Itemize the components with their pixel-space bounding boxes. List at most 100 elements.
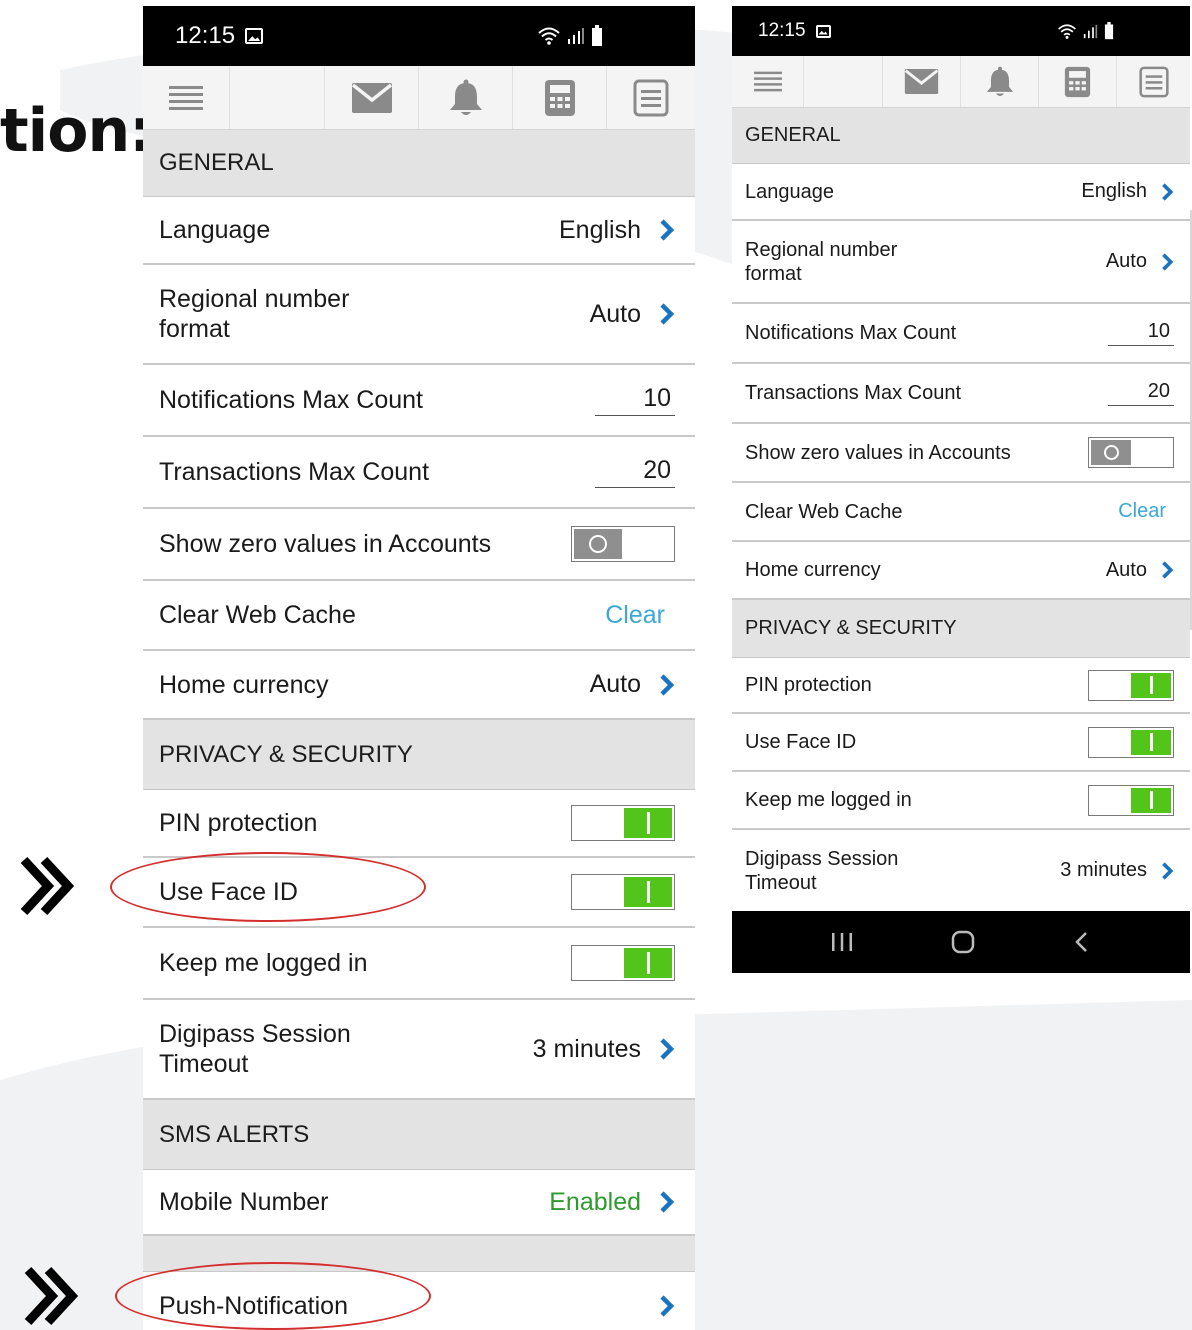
statements-button[interactable] <box>1117 56 1190 107</box>
pin-protection-label: PIN protection <box>745 674 872 696</box>
chevron-right-icon <box>1162 182 1174 201</box>
chevron-right-icon <box>1162 252 1174 271</box>
clock: 12:15 <box>758 20 806 41</box>
chevron-right-icon <box>660 673 675 696</box>
toggle-knob <box>574 529 622 559</box>
pin-protection-toggle[interactable] <box>571 805 675 841</box>
chevron-right-icon <box>1162 561 1174 579</box>
show-zero-values-label: Show zero values in Accounts <box>159 530 492 558</box>
calculator-icon <box>1064 66 1091 97</box>
show-zero-values-toggle[interactable] <box>571 526 675 562</box>
calculator-button[interactable] <box>513 66 607 129</box>
chevron-right-icon <box>1162 861 1174 880</box>
menu-icon <box>753 71 782 92</box>
keep-me-logged-in-row: Keep me logged in <box>143 928 695 1000</box>
toggle-knob <box>1131 672 1171 698</box>
chevron-right-icon <box>660 219 675 241</box>
double-chevron-icon <box>18 854 82 918</box>
show-zero-values-row: Show zero values in Accounts <box>732 424 1190 483</box>
transactions-max-count-input[interactable]: 20 <box>1108 380 1174 406</box>
document-icon <box>633 79 669 116</box>
transactions-max-count-row: Transactions Max Count 20 <box>732 364 1190 424</box>
home-currency-label: Home currency <box>745 559 881 581</box>
calculator-icon <box>544 79 575 116</box>
back-icon[interactable] <box>1072 930 1092 954</box>
regional-number-format-value: Auto <box>589 299 641 328</box>
digipass-session-timeout-value: 3 minutes <box>1060 859 1147 881</box>
use-face-id-toggle[interactable] <box>571 874 675 910</box>
menu-button[interactable] <box>732 56 804 107</box>
toggle-knob <box>1131 787 1171 813</box>
clock: 12:15 <box>175 22 236 49</box>
pin-protection-row: PIN protection <box>732 658 1190 714</box>
regional-number-format-row[interactable]: Regional number format Auto <box>143 265 695 365</box>
language-row[interactable]: Language English <box>143 197 695 265</box>
keep-me-logged-in-label: Keep me logged in <box>159 949 368 977</box>
statements-button[interactable] <box>607 66 695 129</box>
menu-icon <box>169 85 203 110</box>
bell-icon <box>986 66 1013 96</box>
transactions-max-count-row: Transactions Max Count 20 <box>143 437 695 509</box>
menu-button[interactable] <box>143 66 230 129</box>
toggle-knob <box>1131 729 1171 755</box>
notifications-max-count-label: Notifications Max Count <box>745 322 957 344</box>
home-currency-row[interactable]: Home currency Auto <box>732 542 1190 600</box>
clear-web-cache-label: Clear Web Cache <box>159 601 356 629</box>
digipass-session-timeout-row[interactable]: Digipass Session Timeout 3 minutes <box>143 1000 695 1100</box>
calculator-button[interactable] <box>1039 56 1117 107</box>
notifications-max-count-input[interactable]: 10 <box>595 384 675 416</box>
recent-apps-icon[interactable] <box>830 931 854 953</box>
mobile-number-row[interactable]: Mobile Number Enabled <box>143 1170 695 1236</box>
signal-icon <box>568 28 584 44</box>
signal-icon <box>1083 24 1098 38</box>
toggle-knob <box>624 948 672 978</box>
mobile-number-status: Enabled <box>549 1187 641 1216</box>
top-toolbar <box>732 56 1190 108</box>
mail-button[interactable] <box>325 66 419 129</box>
clear-cache-button[interactable]: Clear <box>1118 500 1166 523</box>
push-notification-row[interactable]: Push-Notification <box>143 1272 695 1330</box>
double-chevron-icon <box>22 1264 86 1328</box>
notifications-max-count-row: Notifications Max Count 10 <box>143 365 695 437</box>
keep-me-logged-in-toggle[interactable] <box>571 945 675 981</box>
clear-web-cache-label: Clear Web Cache <box>745 500 903 523</box>
use-face-id-row: Use Face ID <box>732 714 1190 772</box>
settings-screen-left: 12:15 GENERAL Language English Regional … <box>143 6 695 1330</box>
mail-icon <box>351 82 392 113</box>
use-face-id-row: Use Face ID <box>143 858 695 928</box>
notifications-max-count-input[interactable]: 10 <box>1108 320 1174 346</box>
transactions-max-count-input[interactable]: 20 <box>595 456 675 488</box>
language-row[interactable]: Language English <box>732 164 1190 221</box>
section-header-general: GENERAL <box>143 130 695 197</box>
digipass-session-timeout-value: 3 minutes <box>532 1034 641 1063</box>
show-zero-values-label: Show zero values in Accounts <box>745 441 1011 464</box>
bell-icon <box>449 79 482 115</box>
notifications-button[interactable] <box>961 56 1039 107</box>
status-bar: 12:15 <box>143 6 695 66</box>
regional-number-format-row[interactable]: Regional number format Auto <box>732 221 1190 304</box>
battery-icon <box>592 25 602 46</box>
chevron-right-icon <box>660 1191 675 1213</box>
regional-number-format-value: Auto <box>1105 250 1147 272</box>
pin-protection-toggle[interactable] <box>1088 669 1174 701</box>
keep-me-logged-in-row: Keep me logged in <box>732 772 1190 830</box>
android-navigation-bar <box>732 911 1190 973</box>
keep-me-logged-in-toggle[interactable] <box>1088 784 1174 816</box>
clear-cache-button[interactable]: Clear <box>605 601 665 630</box>
home-currency-row[interactable]: Home currency Auto <box>143 651 695 720</box>
show-zero-values-toggle[interactable] <box>1088 437 1174 468</box>
page-heading-fragment: tion: <box>0 96 153 166</box>
digipass-session-timeout-row[interactable]: Digipass Session Timeout 3 minutes <box>732 830 1190 913</box>
section-header-privacy-security: PRIVACY & SECURITY <box>732 600 1190 658</box>
notifications-max-count-label: Notifications Max Count <box>159 386 424 414</box>
toolbar-spacer <box>230 66 325 129</box>
use-face-id-toggle[interactable] <box>1088 726 1174 758</box>
digipass-session-timeout-label: Digipass Session Timeout <box>745 847 899 894</box>
mail-button[interactable] <box>883 56 961 107</box>
wifi-icon <box>1058 23 1076 39</box>
pin-protection-label: PIN protection <box>159 809 318 837</box>
gallery-icon <box>245 28 264 44</box>
battery-icon <box>1104 22 1114 40</box>
notifications-button[interactable] <box>419 66 513 129</box>
home-icon[interactable] <box>950 929 976 955</box>
